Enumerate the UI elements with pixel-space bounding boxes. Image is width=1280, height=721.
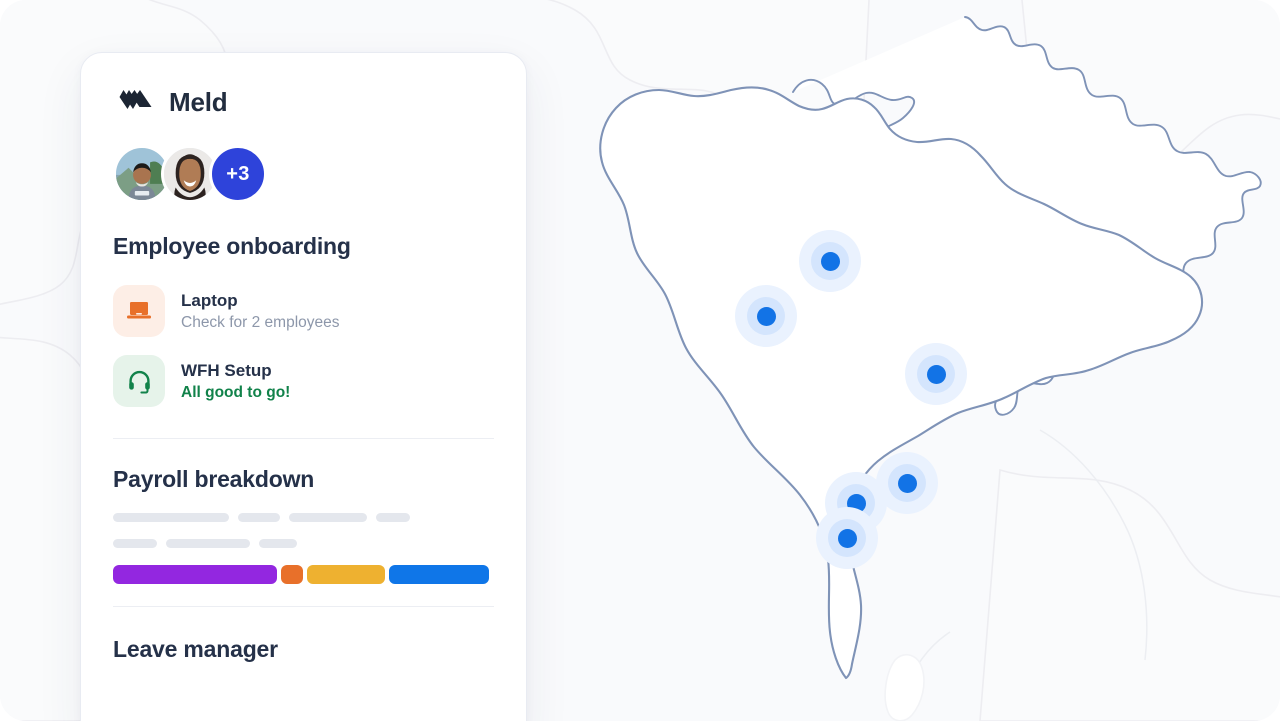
pin-central[interactable] [905, 343, 967, 405]
pin-core [820, 251, 840, 271]
employee-onboarding-title: Employee onboarding [113, 233, 351, 259]
brand-header: Meld [113, 85, 494, 119]
placeholder-bar [289, 513, 367, 522]
pin-ring [811, 242, 849, 280]
meld-logo-icon [119, 90, 152, 109]
pin-core [756, 306, 776, 326]
laptop-icon [113, 285, 165, 337]
placeholder-row [113, 513, 494, 522]
task-row-laptop[interactable]: Laptop Check for 2 employees [113, 276, 494, 346]
brand-name: Meld [169, 86, 228, 117]
pin-northwest[interactable] [735, 285, 797, 347]
divider [113, 438, 494, 439]
onboarding-task-list: Laptop Check for 2 employees WFH Setup A… [113, 276, 494, 416]
pin-south[interactable] [816, 507, 878, 569]
placeholder-bar [259, 539, 297, 548]
leave-manager-title: Leave manager [113, 636, 278, 662]
team-avatars: +3 [113, 145, 494, 203]
task-status: Check for 2 employees [181, 313, 340, 331]
pin-core [926, 364, 946, 384]
dashboard-card: Meld +3 Employee onboarding Laptop Check… [80, 52, 527, 721]
task-text: WFH Setup All good to go! [181, 361, 290, 402]
headset-glyph [128, 370, 150, 393]
segment-purple [113, 565, 277, 584]
payroll-segmented-bar[interactable] [113, 565, 494, 584]
task-name: WFH Setup [181, 360, 272, 380]
payroll-breakdown-title: Payroll breakdown [113, 466, 315, 492]
placeholder-bar [113, 539, 157, 548]
placeholder-bar [113, 513, 229, 522]
pin-ring [917, 355, 955, 393]
pin-north[interactable] [799, 230, 861, 292]
segment-orange [281, 565, 303, 584]
payroll-placeholder-rows [113, 513, 494, 548]
laptop-glyph [127, 302, 151, 319]
pin-ring [828, 519, 866, 557]
pin-ring [888, 464, 926, 502]
pin-core [897, 473, 917, 493]
screenshot-root: Meld +3 Employee onboarding Laptop Check… [0, 0, 1280, 721]
card-bottom-spacer [113, 663, 494, 721]
pin-ring [747, 297, 785, 335]
avatar-overflow-count[interactable]: +3 [209, 145, 267, 203]
divider [113, 606, 494, 607]
placeholder-bar [166, 539, 250, 548]
segment-blue [389, 565, 489, 584]
task-status: All good to go! [181, 383, 291, 401]
pin-core [837, 528, 857, 548]
task-text: Laptop Check for 2 employees [181, 291, 340, 332]
headset-icon [113, 355, 165, 407]
task-row-wfh[interactable]: WFH Setup All good to go! [113, 346, 494, 416]
segment-amber [307, 565, 385, 584]
task-name: Laptop [181, 290, 238, 310]
placeholder-row [113, 539, 494, 548]
placeholder-bar [238, 513, 280, 522]
placeholder-bar [376, 513, 410, 522]
